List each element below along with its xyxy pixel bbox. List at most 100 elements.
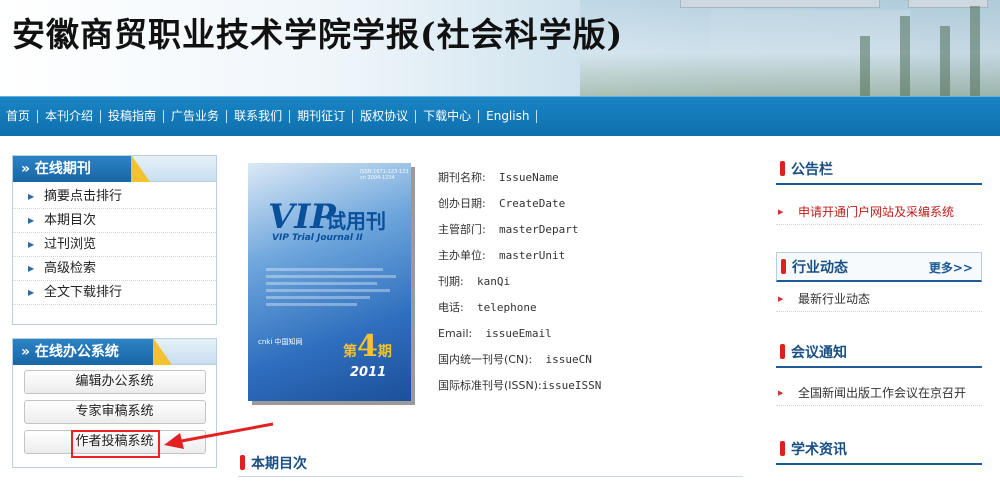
info-value: CreateDate <box>498 197 566 210</box>
sidebar-item-download-rank[interactable]: ▶ 全文下载排行 <box>13 281 216 305</box>
triangle-right-icon: ▶ <box>28 264 35 273</box>
site-header: 安徽商贸职业技术学院学报(社会科学版) <box>0 0 1000 96</box>
cover-issue-prefix: 第 <box>343 344 357 360</box>
nav-about[interactable]: 本刊介绍 <box>38 109 102 123</box>
info-label: 主管部门: <box>438 223 486 236</box>
info-row-create-date: 创办日期: CreateDate <box>438 191 601 217</box>
nav-english[interactable]: English <box>479 109 538 123</box>
info-row-issn: 国际标准刊号(ISSN):issueISSN <box>438 373 601 399</box>
nav-subscription[interactable]: 期刊征订 <box>290 109 354 123</box>
info-value: masterUnit <box>498 249 566 262</box>
nav-contact[interactable]: 联系我们 <box>227 109 291 123</box>
notice-item[interactable]: ▶ 申请开通门户网站及采编系统 <box>776 199 982 225</box>
meeting-title: 会议通知 <box>791 345 847 361</box>
red-bar-icon <box>780 161 785 176</box>
header-tree <box>970 6 980 96</box>
online-journal-title: » 在线期刊 <box>13 156 131 182</box>
sidebar-item-current-issue[interactable]: ▶ 本期目次 <box>13 209 216 233</box>
cover-trial-text: 试用刊 <box>326 209 386 233</box>
more-link[interactable]: 更多>> <box>929 253 973 283</box>
cover-issn-text: ISSN 1671-123-123 cn 2004-1234 <box>360 169 409 181</box>
red-bar-icon <box>240 455 245 470</box>
academic-header: 学术资讯 <box>776 435 982 465</box>
info-row-name: 期刊名称: IssueName <box>438 165 601 191</box>
notice-title: 公告栏 <box>791 162 833 178</box>
notice-header: 公告栏 <box>776 155 982 185</box>
divider <box>238 476 743 477</box>
current-issue-title: 本期目次 <box>251 456 307 472</box>
info-value: issueCN <box>545 353 592 366</box>
nav-advertising[interactable]: 广告业务 <box>164 109 228 123</box>
info-row-cn: 国内统一刊号(CN): issueCN <box>438 347 601 373</box>
current-issue-heading: 本期目次 <box>240 453 307 473</box>
info-row-telephone: 电话: telephone <box>438 295 601 321</box>
sidebar-item-label: 过刊浏览 <box>44 237 97 252</box>
journal-info: 期刊名称: IssueName 创办日期: CreateDate 主管部门: m… <box>438 165 601 399</box>
info-value: issueEmail <box>485 327 552 340</box>
triangle-right-icon: ▶ <box>28 288 35 297</box>
industry-item[interactable]: ▶ 最新行业动态 <box>776 286 982 312</box>
header-top-bar <box>680 0 880 8</box>
red-bar-icon <box>780 344 785 359</box>
online-office-title-text: 在线办公系统 <box>34 344 119 360</box>
cover-issue-suffix: 期 <box>377 344 392 360</box>
sidebar-item-label: 高级检索 <box>44 261 97 276</box>
triangle-right-icon: ▶ <box>28 192 35 201</box>
meeting-item-text: 全国新闻出版工作会议在京召开 <box>798 386 967 400</box>
info-label: 刊期: <box>438 275 464 288</box>
cover-cnki-logo: cnki 中国知网 <box>258 338 303 346</box>
notice-item-text: 申请开通门户网站及采编系统 <box>798 205 955 219</box>
nav-downloads[interactable]: 下载中心 <box>416 109 480 123</box>
info-label: 期刊名称: <box>438 171 486 184</box>
info-row-master-unit: 主办单位: masterUnit <box>438 243 601 269</box>
highlight-box <box>71 430 160 458</box>
info-value: kanQi <box>476 275 511 288</box>
sidebar-item-advanced-search[interactable]: ▶ 高级检索 <box>13 257 216 281</box>
meeting-panel: 会议通知 ▶ 全国新闻出版工作会议在京召开 <box>776 338 982 406</box>
info-label: 创办日期: <box>438 197 486 210</box>
header-tree <box>900 16 910 96</box>
cover-year: 2011 <box>350 365 387 380</box>
industry-item-text: 最新行业动态 <box>798 292 871 306</box>
cover-issue-num: 4 <box>357 329 378 364</box>
triangle-right-icon: ▶ <box>778 295 784 303</box>
online-journal-header: » 在线期刊 <box>13 156 216 182</box>
red-bar-icon <box>781 259 786 274</box>
info-label: 国内统一刊号(CN): <box>438 353 533 366</box>
academic-panel: 学术资讯 <box>776 435 982 465</box>
info-row-kanqi: 刊期: kanQi <box>438 269 601 295</box>
industry-title: 行业动态 <box>792 260 848 276</box>
industry-panel: 行业动态 更多>> ▶ 最新行业动态 <box>776 252 982 312</box>
info-value: IssueName <box>498 171 559 184</box>
sidebar-item-label: 本期目次 <box>44 213 97 228</box>
info-label: 国际标准刊号(ISSN): <box>438 379 542 392</box>
triangle-right-icon: ▶ <box>28 240 35 249</box>
nav-copyright[interactable]: 版权协议 <box>353 109 417 123</box>
meeting-item[interactable]: ▶ 全国新闻出版工作会议在京召开 <box>776 380 982 406</box>
header-background-image <box>580 0 1000 96</box>
online-journal-panel: » 在线期刊 ▶ 摘要点击排行 ▶ 本期目次 ▶ 过刊浏览 ▶ 高级检索 ▶ 全文下载排行 <box>12 155 217 325</box>
info-label: 主办单位: <box>438 249 486 262</box>
triangle-right-icon: ▶ <box>778 389 784 397</box>
info-value: issueISSN <box>541 379 602 392</box>
industry-header: 行业动态 更多>> <box>776 252 982 282</box>
meeting-header: 会议通知 <box>776 338 982 368</box>
info-label: Email: <box>438 327 473 340</box>
sidebar-item-label: 全文下载排行 <box>44 285 123 300</box>
sidebar-item-label: 摘要点击排行 <box>44 189 123 204</box>
sidebar-item-past-issues[interactable]: ▶ 过刊浏览 <box>13 233 216 257</box>
sidebar-item-abstract-rank[interactable]: ▶ 摘要点击排行 <box>13 185 216 209</box>
notice-panel: 公告栏 ▶ 申请开通门户网站及采编系统 <box>776 155 982 225</box>
info-label: 电话: <box>438 301 464 314</box>
online-journal-title-text: 在线期刊 <box>34 161 91 177</box>
info-row-master-depart: 主管部门: masterDepart <box>438 217 601 243</box>
nav-submission-guide[interactable]: 投稿指南 <box>101 109 165 123</box>
academic-title: 学术资讯 <box>791 442 847 458</box>
red-bar-icon <box>780 441 785 456</box>
online-office-header: » 在线办公系统 <box>13 339 216 365</box>
cover-issue-number: 第4期 <box>343 329 392 364</box>
nav-home[interactable]: 首页 <box>4 109 39 123</box>
editor-office-button[interactable]: 编辑办公系统 <box>23 370 206 394</box>
triangle-right-icon: ▶ <box>28 216 35 225</box>
cover-text-lines <box>266 268 396 310</box>
